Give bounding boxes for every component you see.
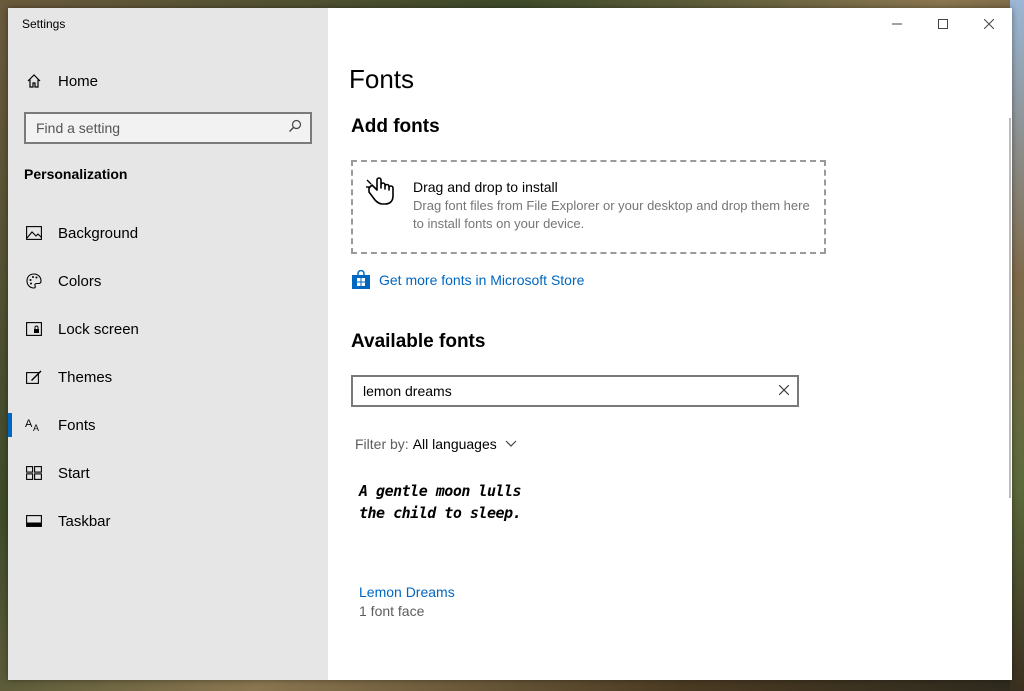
add-fonts-heading: Add fonts xyxy=(351,116,440,137)
taskbar-icon xyxy=(24,511,44,531)
drop-zone-description: Drag font files from File Explorer or yo… xyxy=(413,198,810,231)
font-search-box[interactable] xyxy=(351,375,799,407)
section-label: Personalization xyxy=(24,166,128,182)
main-content: Fonts Add fonts Drag and drop to install… xyxy=(328,8,1012,680)
sidebar-item-label: Fonts xyxy=(58,416,96,434)
maximize-icon xyxy=(938,19,948,29)
minimize-button[interactable] xyxy=(874,8,920,40)
sidebar-item-fonts[interactable]: AA Fonts xyxy=(8,405,328,445)
store-link-label: Get more fonts in Microsoft Store xyxy=(379,272,585,288)
svg-text:A: A xyxy=(25,418,33,430)
search-icon[interactable] xyxy=(288,119,302,138)
themes-icon xyxy=(24,367,44,387)
close-icon xyxy=(984,19,994,29)
scrollbar[interactable] xyxy=(1009,118,1011,498)
font-result-card[interactable]: A gentle moon lulls the child to sleep. … xyxy=(351,468,551,638)
sidebar-item-label: Taskbar xyxy=(58,512,111,530)
chevron-down-icon xyxy=(505,440,517,448)
store-icon xyxy=(351,270,371,290)
image-icon xyxy=(24,223,44,243)
minimize-icon xyxy=(892,23,902,25)
sidebar-item-label: Lock screen xyxy=(58,320,139,338)
window-controls xyxy=(874,8,1012,40)
home-icon xyxy=(24,71,44,91)
lock-screen-icon xyxy=(24,319,44,339)
font-name: Lemon Dreams xyxy=(359,584,455,600)
sidebar-item-start[interactable]: Start xyxy=(8,453,328,493)
svg-text:A: A xyxy=(33,423,39,433)
font-preview-line: the child to sleep. xyxy=(359,504,522,522)
font-preview: A gentle moon lulls the child to sleep. xyxy=(359,480,549,524)
microsoft-store-link[interactable]: Get more fonts in Microsoft Store xyxy=(351,270,584,290)
font-face-count: 1 font face xyxy=(359,603,425,619)
filter-label: Filter by: xyxy=(355,436,409,452)
sidebar-item-label: Home xyxy=(58,72,99,90)
palette-icon xyxy=(24,271,44,291)
hand-pointer-icon xyxy=(365,176,399,211)
font-preview-line: A gentle moon lulls xyxy=(359,482,522,500)
sidebar-item-colors[interactable]: Colors xyxy=(8,261,328,301)
drop-zone-title: Drag and drop to install xyxy=(413,179,558,195)
available-fonts-heading: Available fonts xyxy=(351,331,486,352)
sidebar-item-taskbar[interactable]: Taskbar xyxy=(8,501,328,541)
desktop-background xyxy=(1010,0,1024,691)
start-icon xyxy=(24,463,44,483)
font-search-input[interactable] xyxy=(363,383,779,399)
sidebar-item-label: Colors xyxy=(58,272,102,290)
fonts-icon: AA xyxy=(24,415,44,435)
sidebar-item-background[interactable]: Background xyxy=(8,213,328,253)
sidebar: Settings Home Personalization Background xyxy=(8,8,328,680)
page-title: Fonts xyxy=(349,64,415,94)
sidebar-item-label: Background xyxy=(58,224,139,242)
sidebar-item-lock-screen[interactable]: Lock screen xyxy=(8,309,328,349)
settings-window: Settings Home Personalization Background xyxy=(8,8,1012,680)
clear-icon[interactable] xyxy=(778,382,790,400)
language-filter[interactable]: Filter by: All languages xyxy=(355,436,517,452)
find-setting-input[interactable] xyxy=(36,120,288,136)
sidebar-item-home[interactable]: Home xyxy=(8,61,328,101)
sidebar-item-label: Start xyxy=(58,464,90,482)
sidebar-item-themes[interactable]: Themes xyxy=(8,357,328,397)
close-button[interactable] xyxy=(966,8,1012,40)
window-title: Settings xyxy=(22,17,66,31)
find-setting-search[interactable] xyxy=(24,112,312,144)
font-drop-zone[interactable]: Drag and drop to install Drag font files… xyxy=(351,160,826,254)
filter-value: All languages xyxy=(412,436,497,452)
maximize-button[interactable] xyxy=(920,8,966,40)
sidebar-item-label: Themes xyxy=(58,368,113,386)
